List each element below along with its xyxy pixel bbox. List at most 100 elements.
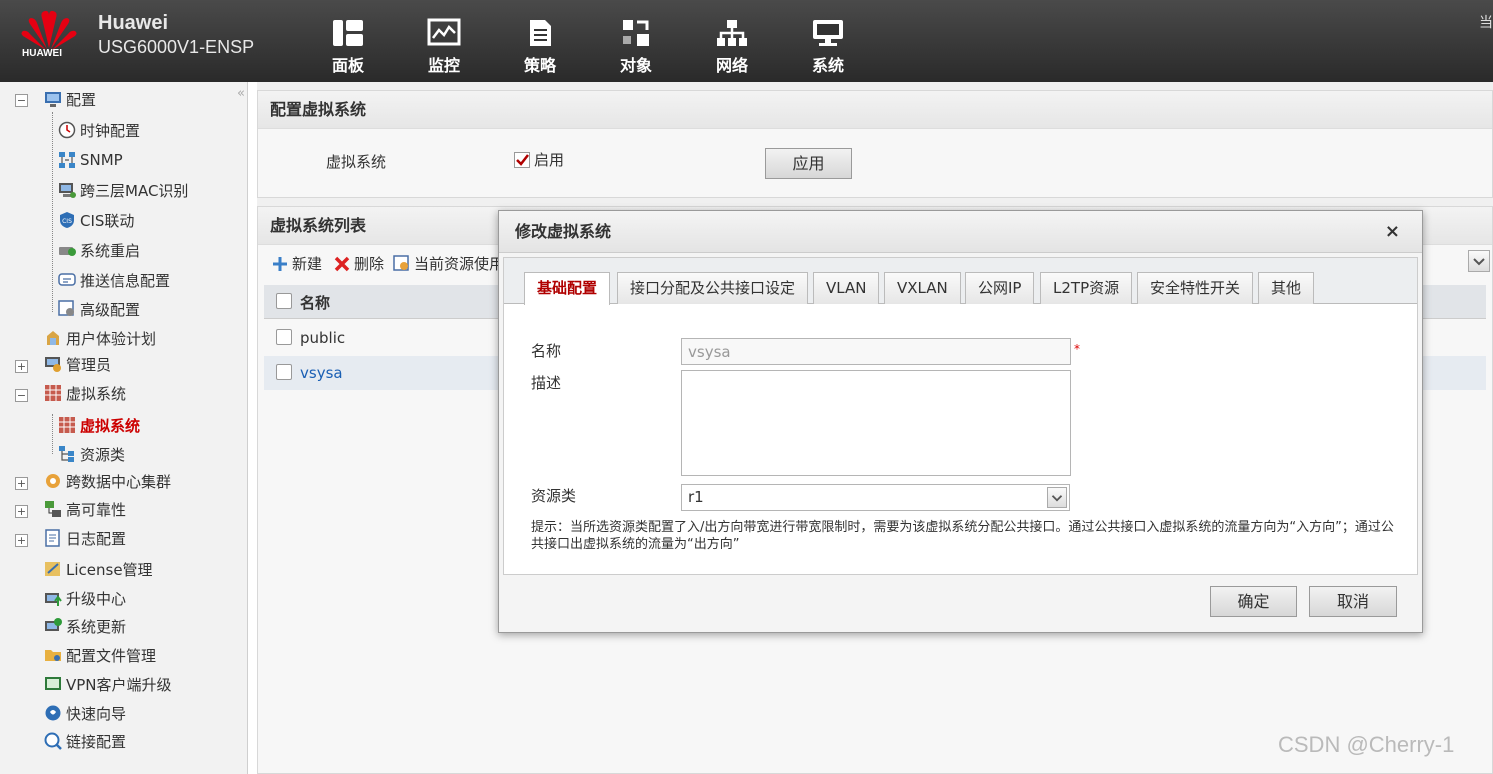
sidebar-item-resource-class[interactable]: 资源类 [58,441,125,467]
description-textarea[interactable] [681,370,1071,476]
sidebar-item-label: 管理员 [66,355,112,374]
resource-class-label: 资源类 [531,487,577,505]
expand-icon[interactable]: + [15,505,28,518]
sidebar-item-config[interactable]: 配置 [44,86,96,112]
new-button[interactable]: 新建 [272,253,322,274]
sidebar-item-advanced[interactable]: 高级配置 [58,296,140,322]
nav-policy-label: 策略 [523,56,556,75]
sidebar-item-upgrade[interactable]: 升级中心 [44,585,126,611]
sidebar-item-label: 配置文件管理 [66,646,157,665]
collapse-sidebar-icon[interactable]: « [237,86,245,101]
sidebar-item-vsys[interactable]: 虚拟系统 [58,412,140,438]
collapse-icon[interactable]: − [15,94,28,107]
sidebar-item-label: 跨数据中心集群 [66,472,172,491]
name-input[interactable] [681,338,1071,365]
row-checkbox[interactable] [276,364,292,380]
collapse-icon[interactable]: − [15,389,28,402]
chevron-down-icon[interactable] [1047,487,1067,508]
vsys-field-label: 虚拟系统 [326,153,387,171]
sidebar-item-label: 升级中心 [66,589,127,608]
sidebar-item-config-files[interactable]: 配置文件管理 [44,642,156,668]
reboot-icon [58,241,76,259]
nav-monitor-label: 监控 [427,56,460,75]
sidebar-item-ux-plan[interactable]: 用户体验计划 [44,325,156,351]
dialog-body: 基础配置 接口分配及公共接口设定 VLAN VXLAN 公网IP L2TP资源 … [503,257,1418,575]
row-checkbox[interactable] [276,329,292,345]
sidebar-item-log[interactable]: 日志配置 [44,525,126,551]
tab-l2tp[interactable]: L2TP资源 [1040,272,1133,304]
row-name-link[interactable]: vsysa [300,364,343,382]
upgrade-icon [44,589,62,607]
sidebar-item-label: SNMP [80,151,123,169]
nav-system[interactable]: 系统 [780,0,876,82]
sidebar-item-license[interactable]: License管理 [44,556,153,582]
vsys-icon [58,416,76,434]
close-icon[interactable]: × [1385,221,1400,242]
delete-icon [334,256,350,271]
sidebar-item-dc-cluster[interactable]: 跨数据中心集群 [44,468,171,494]
sidebar-item-vsys-group[interactable]: 虚拟系统 [44,380,126,406]
sidebar-item-sys-update[interactable]: 系统更新 [44,613,126,639]
resource-usage-button[interactable]: 当前资源使用 [393,253,504,274]
tab-other[interactable]: 其他 [1258,272,1315,304]
brand-name: Huawei [98,12,169,34]
nav-monitor[interactable]: 监控 [396,0,492,82]
nav-object[interactable]: 对象 [588,0,684,82]
expand-icon[interactable]: + [15,360,28,373]
sidebar-item-label: 高级配置 [80,300,141,319]
expand-icon[interactable]: + [15,534,28,547]
ok-button[interactable]: 确定 [1210,586,1297,617]
sidebar: « − 配置 时钟配置 SNMP 跨三层MAC识别 CIS CIS联动 系统重启… [0,82,248,774]
nav-network-label: 网络 [715,56,748,75]
delete-button[interactable]: 删除 [334,253,384,274]
logo-word: HUAWEI [22,48,62,59]
device-model: USG6000V1-ENSP [98,37,255,57]
column-name-header: 名称 [300,294,331,312]
resource-class-select[interactable]: r1 [681,484,1070,511]
required-mark: * [1074,342,1080,356]
sidebar-item-push[interactable]: 推送信息配置 [58,267,170,293]
sidebar-item-reboot[interactable]: 系统重启 [58,237,140,263]
sidebar-item-quick-wizard[interactable]: 快速向导 [44,700,126,726]
sidebar-item-cis[interactable]: CIS CIS联动 [58,207,134,233]
computer-icon [58,181,76,199]
cancel-button[interactable]: 取消 [1309,586,1397,617]
dropdown-button[interactable] [1468,250,1490,272]
sidebar-item-admin[interactable]: 管理员 [44,351,111,377]
license-icon [44,560,62,578]
nav-dashboard[interactable]: 面板 [300,0,396,82]
tree-guide-line [52,112,53,312]
tab-vxlan[interactable]: VXLAN [884,272,961,304]
object-icon [623,20,649,46]
tab-basic[interactable]: 基础配置 [524,272,611,305]
tab-vlan[interactable]: VLAN [813,272,880,304]
wizard-icon [44,704,62,722]
sidebar-item-l3-mac[interactable]: 跨三层MAC识别 [58,177,188,203]
tab-security-switch[interactable]: 安全特性开关 [1137,272,1254,304]
ha-icon [44,500,62,518]
apply-button[interactable]: 应用 [765,148,852,179]
tab-public-ip[interactable]: 公网IP [965,272,1035,304]
sidebar-item-ha[interactable]: 高可靠性 [44,496,126,522]
tree-guide-line [52,414,53,454]
nav-network[interactable]: 网络 [684,0,780,82]
resource-usage-icon [393,254,409,271]
enable-checkbox-group[interactable]: 启用 [514,149,564,170]
user-plan-icon [44,329,62,347]
select-all-checkbox[interactable] [276,293,292,309]
shield-icon: CIS [58,211,76,229]
sidebar-item-link-config[interactable]: 链接配置 [44,728,126,754]
sidebar-item-label: 推送信息配置 [80,271,171,290]
system-update-icon [44,617,62,635]
expand-icon[interactable]: + [15,477,28,490]
sidebar-item-vpn-upgrade[interactable]: VPN客户端升级 [44,671,172,697]
sidebar-item-label: 跨三层MAC识别 [80,181,189,200]
system-icon [813,20,843,46]
tab-interfaces[interactable]: 接口分配及公共接口设定 [617,272,809,304]
sidebar-item-snmp[interactable]: SNMP [58,147,123,173]
enable-checkbox[interactable] [514,151,530,168]
sidebar-item-label: 链接配置 [66,732,127,751]
resource-class-value: r1 [688,488,704,506]
nav-policy[interactable]: 策略 [492,0,588,82]
sidebar-item-clock[interactable]: 时钟配置 [58,117,140,143]
